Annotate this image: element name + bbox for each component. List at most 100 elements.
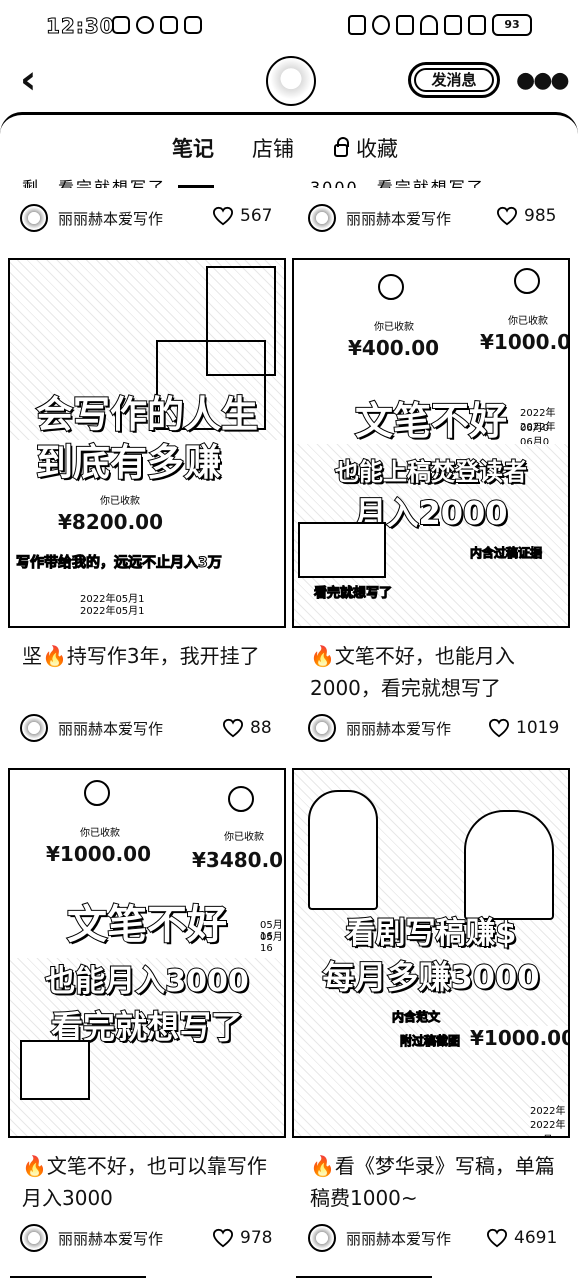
avatar[interactable]: [266, 56, 316, 106]
amount-text: ¥8200.00: [58, 510, 164, 534]
cover-headline: 会写作的人生: [35, 392, 259, 437]
chevron-left-icon[interactable]: ‹: [20, 60, 60, 100]
note-cover-image[interactable]: 会写作的人生 到底有多赚 你已收款 ¥8200.00 写作带给我的，远远不止月入…: [8, 258, 286, 628]
received-label: 你已收款: [80, 828, 120, 839]
received-label: 你已收款: [100, 496, 140, 507]
nfc-icon: [348, 15, 366, 35]
heart-icon: [212, 1228, 234, 1248]
like-count: 1019: [516, 718, 560, 738]
amount-text: ¥400.00: [348, 336, 440, 360]
date-text: 05月16: [260, 932, 283, 954]
like-count: 978: [240, 1228, 273, 1248]
cover-headline: 也能月入3000: [44, 963, 250, 1000]
notification-icon: [136, 16, 154, 34]
author-row[interactable]: 丽丽赫本爱写作: [20, 1222, 163, 1254]
cover-headline: 到底有多赚: [35, 440, 222, 485]
amount-text: ¥1000.00: [46, 842, 152, 866]
author-name: 丽丽赫本爱写作: [58, 209, 164, 228]
heart-icon: [222, 718, 244, 738]
heart-icon: [212, 206, 234, 226]
send-message-button[interactable]: 发消息: [408, 62, 500, 98]
cover-headline: 文笔不好: [66, 901, 228, 949]
received-label: 你已收款: [508, 316, 548, 327]
heart-icon: [496, 206, 518, 226]
author-name: 丽丽赫本爱写作: [58, 1229, 164, 1248]
author-name: 丽丽赫本爱写作: [346, 719, 452, 738]
note-cover-image[interactable]: 你已收款 你已收款 ¥1000.00 ¥3480.00 文笔不好 05月16 0…: [8, 768, 286, 1138]
cover-sticker: 看完就想写了: [313, 586, 393, 602]
notification-icon: [184, 16, 202, 34]
cover-headline: 也能上稿焚登读者: [334, 457, 528, 487]
author-row[interactable]: 丽丽赫本爱写作: [308, 1222, 451, 1254]
avatar: [308, 204, 336, 232]
note-title[interactable]: 坚🔥持写作3年，我开挂了: [22, 640, 284, 672]
lock-icon: [334, 137, 349, 157]
like-button[interactable]: 1019: [488, 718, 559, 738]
signal-icon: [444, 15, 462, 35]
battery-icon: 93: [492, 14, 532, 36]
author-name: 丽丽赫本爱写作: [346, 209, 452, 228]
like-count: 88: [250, 718, 272, 738]
cover-sticker: 附过稿截图: [399, 1034, 461, 1049]
cover-photo-detail: [464, 810, 554, 920]
avatar: [20, 204, 48, 232]
note-title-partial[interactable]: 3000，看完就想写了: [310, 174, 550, 188]
cover-sticker: 内含过稿证据: [469, 546, 543, 561]
system-icons: 93: [348, 14, 532, 36]
note-title[interactable]: 🔥看《梦华录》写稿，单篇稿费1000~: [310, 1150, 572, 1214]
avatar: [308, 714, 336, 742]
like-count: 985: [524, 206, 557, 226]
avatar: [20, 714, 48, 742]
check-circle-icon: [228, 786, 254, 812]
check-circle-icon: [84, 780, 110, 806]
author-row[interactable]: 丽丽赫本爱写作: [308, 712, 451, 744]
amount-text: ¥1000.00: [470, 1026, 568, 1050]
mute-icon: [396, 15, 414, 35]
notification-icon: [160, 16, 178, 34]
tab-shop[interactable]: 店铺: [252, 133, 294, 163]
next-card-edge: [10, 1276, 146, 1278]
wifi-icon: [420, 15, 438, 35]
more-dots-icon[interactable]: ●●●: [516, 68, 570, 93]
author-row[interactable]: 丽丽赫本爱写作: [20, 712, 163, 744]
check-circle-icon: [514, 268, 540, 294]
like-button[interactable]: 567: [212, 206, 272, 226]
heart-icon: [488, 718, 510, 738]
like-count: 567: [240, 206, 273, 226]
cover-sticker: 内含范文: [391, 1010, 441, 1025]
tab-favorites-label: 收藏: [356, 137, 398, 161]
date-text: 2022年05月1: [80, 606, 145, 617]
note-title[interactable]: 🔥文笔不好，也可以靠写作月入3000: [22, 1150, 284, 1214]
like-button[interactable]: 88: [222, 718, 272, 738]
profile-header: ‹ 发消息 ●●●: [0, 56, 578, 112]
avatar: [20, 1224, 48, 1252]
like-button[interactable]: 4691: [486, 1228, 557, 1248]
received-label: 你已收款: [374, 322, 414, 333]
author-row[interactable]: 丽丽赫本爱写作: [308, 202, 451, 234]
like-button[interactable]: 985: [496, 206, 556, 226]
cover-photo-detail: [308, 790, 378, 910]
note-cover-image[interactable]: 你已收款 你已收款 ¥400.00 ¥1000.00 文笔不好 2022年06月…: [292, 258, 570, 628]
like-count: 4691: [514, 1228, 558, 1248]
amount-text: ¥1000.00: [480, 330, 570, 354]
cover-headline: 看剧写稿赚$: [345, 915, 518, 952]
cover-photo-detail: [20, 1040, 90, 1100]
note-cover-image[interactable]: 看剧写稿赚$ 每月多赚3000 内含范文 附过稿截图 ¥1000.00 2022…: [292, 768, 570, 1138]
like-button[interactable]: 978: [212, 1228, 272, 1248]
tab-notes[interactable]: 笔记: [172, 133, 214, 163]
amount-text: ¥3480.00: [192, 848, 284, 872]
tab-bar: 笔记 店铺 收藏: [0, 133, 578, 188]
cover-headline: 每月多赚3000: [321, 957, 540, 997]
notification-icon: [112, 16, 130, 34]
note-title-partial[interactable]: 剩，看完就想写了: [22, 174, 262, 188]
cover-photo-detail: [298, 522, 386, 578]
notification-icons: [112, 16, 202, 34]
date-text: 2022年06月0: [530, 1116, 568, 1136]
received-label: 你已收款: [224, 832, 264, 843]
bluetooth-icon: [372, 15, 390, 35]
note-title[interactable]: 🔥文笔不好，也能月入2000，看完就想写了: [310, 640, 572, 704]
tab-favorites[interactable]: 收藏: [334, 133, 398, 163]
author-row[interactable]: 丽丽赫本爱写作: [20, 202, 163, 234]
check-circle-icon: [378, 274, 404, 300]
author-name: 丽丽赫本爱写作: [346, 1229, 452, 1248]
